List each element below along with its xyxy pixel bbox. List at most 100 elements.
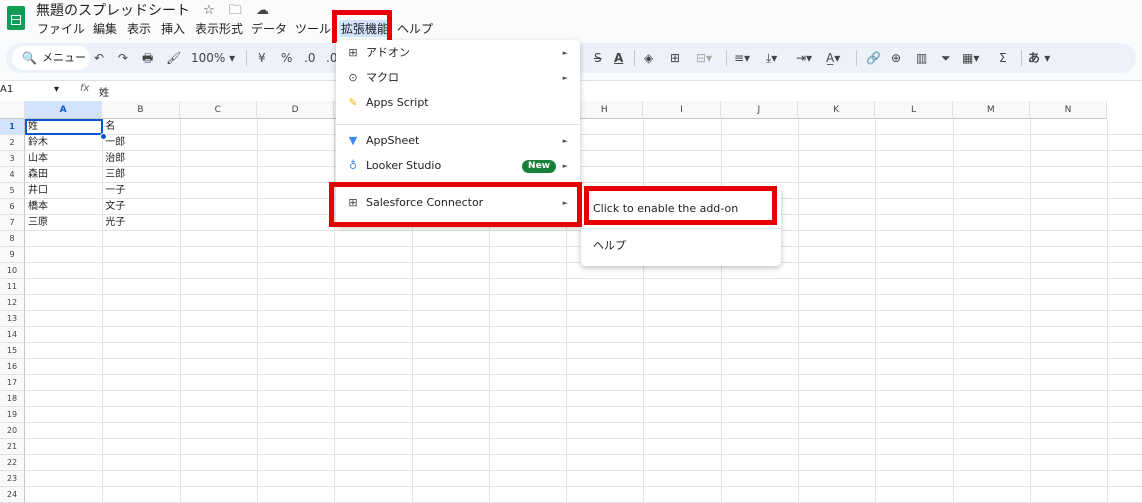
highlight-salesforce-connector	[329, 182, 582, 227]
row-header[interactable]: 1	[0, 119, 25, 135]
cell[interactable]: 井口	[28, 183, 48, 199]
menu-edit[interactable]: 編集	[93, 20, 117, 37]
sheets-logo-icon[interactable]	[7, 6, 25, 30]
functions-icon[interactable]: Σ	[999, 48, 1007, 68]
cell[interactable]: 光子	[105, 215, 125, 231]
cell[interactable]: 名	[105, 119, 115, 135]
row-header[interactable]: 18	[0, 391, 25, 407]
submenu-item-help[interactable]: ヘルプ	[593, 235, 779, 257]
cell[interactable]: 文子	[105, 199, 125, 215]
row-header[interactable]: 2	[0, 135, 25, 151]
row-header[interactable]: 22	[0, 455, 25, 471]
row-header[interactable]: 21	[0, 439, 25, 455]
menu-tools[interactable]: ツール	[295, 20, 331, 37]
menu-format[interactable]: 表示形式	[195, 20, 243, 37]
cloud-icon[interactable]: ☁	[256, 3, 269, 18]
formula-input[interactable]: 姓	[99, 84, 109, 99]
percent-format-button[interactable]: %	[281, 48, 292, 68]
cell[interactable]: 森田	[28, 167, 48, 183]
filter-views-icon[interactable]: ▦▾	[962, 48, 979, 68]
column-header[interactable]: K	[798, 101, 876, 119]
menu-item-apps-script[interactable]: ✎ Apps Script	[336, 92, 580, 114]
row-header[interactable]: 7	[0, 215, 25, 231]
folder-move-icon[interactable]: 🗀	[229, 3, 242, 18]
row-header[interactable]: 20	[0, 423, 25, 439]
row-header[interactable]: 5	[0, 183, 25, 199]
row-header[interactable]: 4	[0, 167, 25, 183]
cell[interactable]: 一郎	[105, 135, 125, 151]
row-header[interactable]: 3	[0, 151, 25, 167]
row-header[interactable]: 17	[0, 375, 25, 391]
insert-comment-icon[interactable]: ⊕	[891, 48, 901, 68]
row-header[interactable]: 24	[0, 487, 25, 503]
menu-insert[interactable]: 挿入	[161, 20, 185, 37]
column-header[interactable]: C	[179, 101, 257, 119]
filter-icon[interactable]: ⏷	[941, 48, 951, 68]
star-icon[interactable]: ☆	[203, 3, 215, 18]
grid-line	[25, 342, 1142, 343]
borders-icon[interactable]: ⊞	[670, 48, 680, 68]
row-header[interactable]: 11	[0, 279, 25, 295]
menu-view[interactable]: 表示	[127, 20, 151, 37]
menu-file[interactable]: ファイル	[37, 20, 85, 37]
cell[interactable]: 山本	[28, 151, 48, 167]
menu-item-looker-studio[interactable]: ♁ Looker Studio New ►	[336, 155, 580, 177]
column-header[interactable]: L	[875, 101, 953, 119]
row-header[interactable]: 10	[0, 263, 25, 279]
row-header[interactable]: 13	[0, 311, 25, 327]
menu-search[interactable]: 🔍 メニュー	[12, 46, 90, 70]
cell[interactable]: 三郎	[105, 167, 125, 183]
column-header[interactable]: B	[102, 101, 180, 119]
zoom-select[interactable]: 100% ▾	[191, 48, 235, 68]
menu-item-macros[interactable]: ⊙ マクロ ►	[336, 67, 580, 89]
menu-item-addons[interactable]: ⊞ アドオン ►	[336, 42, 580, 64]
row-header[interactable]: 8	[0, 231, 25, 247]
cell[interactable]: 三原	[28, 215, 48, 231]
row-header[interactable]: 19	[0, 407, 25, 423]
insert-link-icon[interactable]: 🔗	[866, 48, 881, 68]
cell[interactable]: 鈴木	[28, 135, 48, 151]
vertical-align-icon[interactable]: ⤓▾	[766, 48, 777, 68]
column-header[interactable]: D	[256, 101, 335, 119]
print-icon[interactable]: 🖶	[142, 48, 153, 68]
text-rotation-icon[interactable]: A̲▾	[826, 48, 840, 68]
currency-format-button[interactable]: ¥	[258, 48, 266, 68]
cell[interactable]: 一子	[105, 183, 125, 199]
document-title[interactable]: 無題のスプレッドシート	[36, 0, 190, 20]
column-header[interactable]: J	[720, 101, 798, 119]
name-box[interactable]: A1 ▾	[0, 84, 62, 95]
row-header[interactable]: 23	[0, 471, 25, 487]
select-all-corner[interactable]	[0, 101, 25, 119]
column-header[interactable]: N	[1029, 101, 1108, 119]
fill-color-icon[interactable]: ◈	[644, 48, 653, 68]
horizontal-align-icon[interactable]: ≡▾	[734, 48, 750, 68]
submenu-arrow-icon: ►	[562, 49, 568, 57]
text-wrap-icon[interactable]: ⇥▾	[796, 48, 812, 68]
column-header[interactable]: M	[952, 101, 1030, 119]
redo-icon[interactable]: ↷	[118, 48, 128, 68]
insert-chart-icon[interactable]: ▥	[916, 48, 927, 68]
row-header[interactable]: 14	[0, 327, 25, 343]
column-header[interactable]: I	[643, 101, 721, 119]
strikethrough-icon[interactable]: S	[594, 48, 602, 68]
input-tools-button[interactable]: あ ▾	[1028, 48, 1050, 68]
grid-line	[25, 134, 1142, 135]
row-header[interactable]: 12	[0, 295, 25, 311]
decrease-decimal-button[interactable]: .0	[304, 48, 315, 68]
grid-line	[25, 390, 1142, 391]
text-color-icon[interactable]: A	[614, 48, 623, 68]
row-header[interactable]: 15	[0, 343, 25, 359]
undo-icon[interactable]: ↶	[94, 48, 104, 68]
cell[interactable]: 治郎	[105, 151, 125, 167]
menu-data[interactable]: データ	[251, 20, 287, 37]
row-header[interactable]: 16	[0, 359, 25, 375]
cell[interactable]: 橋本	[28, 199, 48, 215]
menu-help[interactable]: ヘルプ	[397, 20, 433, 37]
merge-cells-icon[interactable]: ⊟▾	[696, 48, 712, 68]
paint-format-icon[interactable]: 🖌	[166, 48, 181, 68]
fill-handle[interactable]	[100, 133, 107, 140]
row-header[interactable]: 9	[0, 247, 25, 263]
row-header[interactable]: 6	[0, 199, 25, 215]
menu-item-appsheet[interactable]: ▼ AppSheet ►	[336, 130, 580, 152]
column-header[interactable]: A	[25, 101, 103, 119]
